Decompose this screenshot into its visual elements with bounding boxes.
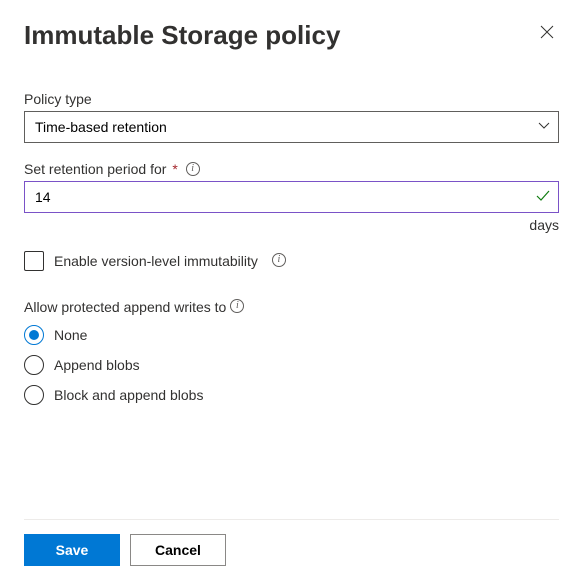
required-asterisk: * [172,161,177,177]
radio-append-label: Append blobs [54,357,140,373]
panel-title: Immutable Storage policy [24,20,340,51]
info-icon[interactable]: i [186,162,200,176]
retention-label: Set retention period for * i [24,161,559,177]
append-writes-label: Allow protected append writes to [24,299,226,315]
radio-block-label: Block and append blobs [54,387,203,403]
version-level-label: Enable version-level immutability [54,253,258,269]
append-writes-group: Allow protected append writes to i None … [24,299,559,405]
retention-field: Set retention period for * i days [24,161,559,233]
retention-input[interactable] [24,181,559,213]
policy-type-select[interactable]: Time-based retention [24,111,559,143]
radio-option-append[interactable]: Append blobs [24,355,559,375]
radio-block[interactable] [24,385,44,405]
version-level-checkbox[interactable] [24,251,44,271]
immutable-storage-policy-panel: Immutable Storage policy Policy type Tim… [0,0,583,586]
retention-unit: days [24,217,559,233]
close-icon [539,24,555,40]
version-level-row[interactable]: Enable version-level immutability i [24,251,559,271]
save-button[interactable]: Save [24,534,120,566]
policy-type-label: Policy type [24,91,559,107]
info-icon[interactable]: i [230,299,244,313]
radio-none[interactable] [24,325,44,345]
policy-type-value: Time-based retention [35,119,167,135]
radio-none-label: None [54,327,87,343]
panel-body: Policy type Time-based retention Set ret… [24,91,559,519]
policy-type-field: Policy type Time-based retention [24,91,559,143]
retention-label-text: Set retention period for [24,161,166,177]
radio-option-none[interactable]: None [24,325,559,345]
cancel-button[interactable]: Cancel [130,534,226,566]
panel-footer: Save Cancel [24,519,559,566]
close-button[interactable] [535,20,559,44]
info-icon[interactable]: i [272,253,286,267]
panel-header: Immutable Storage policy [24,20,559,51]
radio-option-block[interactable]: Block and append blobs [24,385,559,405]
radio-append[interactable] [24,355,44,375]
checkmark-icon [535,188,551,207]
